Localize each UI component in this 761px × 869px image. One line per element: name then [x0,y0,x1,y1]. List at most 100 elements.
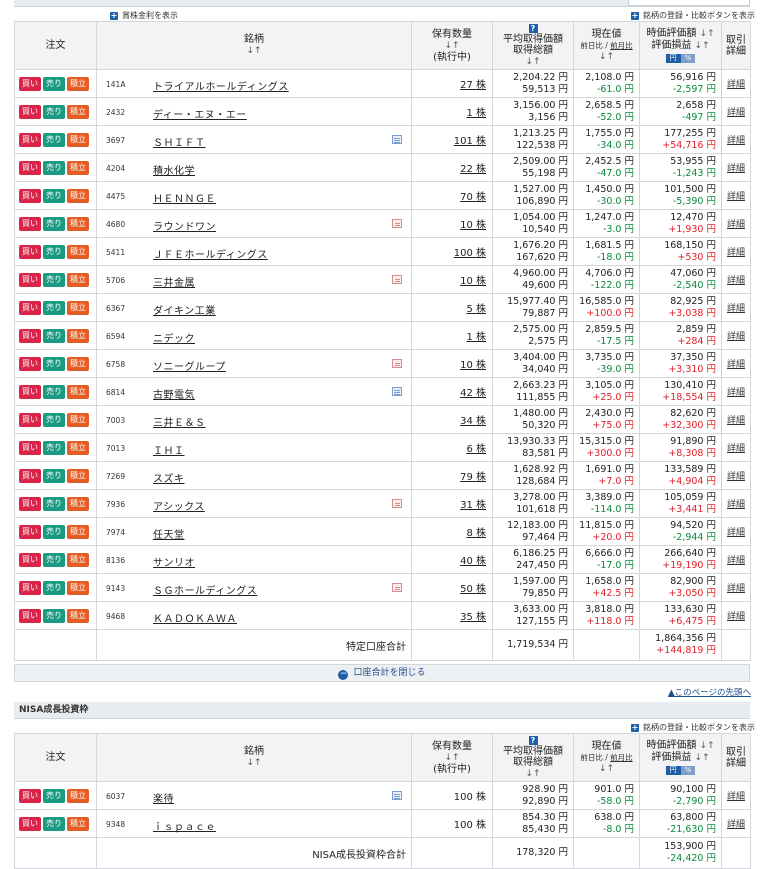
accumulate-button[interactable]: 積立 [67,244,89,259]
holdings-qty[interactable]: 70 株 [411,181,493,210]
detail-link[interactable]: 詳細 [721,405,751,434]
sell-button[interactable]: 売り [43,76,65,91]
col-current-price[interactable]: 現在値 前日比 / 前月比 ↓↑ [573,21,640,70]
pct-toggle[interactable]: % [680,766,696,775]
sort-icon[interactable]: ↓↑ [444,41,459,51]
sell-button[interactable]: 売り [43,244,65,259]
sell-button[interactable]: 売り [43,524,65,539]
col-brand[interactable]: 銘柄 ↓↑ [96,733,412,782]
sell-button[interactable]: 売り [43,160,65,175]
buy-button[interactable]: 買い [19,300,41,315]
detail-link[interactable]: 詳細 [721,573,751,602]
sell-button[interactable]: 売り [43,188,65,203]
sort-icon[interactable]: ↓↑ [246,46,261,56]
stock-name-link[interactable]: ＫＡＤＯＫＡＷＡ [153,610,237,625]
sell-button[interactable]: 売り [43,440,65,455]
accumulate-button[interactable]: 積立 [67,816,89,831]
buy-button[interactable]: 買い [19,524,41,539]
accumulate-button[interactable]: 積立 [67,132,89,147]
calendar-icon[interactable] [392,791,402,800]
col-brand[interactable]: 銘柄 ↓↑ [96,21,412,70]
sell-button[interactable]: 売り [43,384,65,399]
sort-icon[interactable]: ↓↑ [695,753,710,763]
accumulate-button[interactable]: 積立 [67,412,89,427]
holdings-qty[interactable]: 22 株 [411,153,493,182]
sort-icon[interactable]: ↓↑ [525,769,540,779]
accumulate-button[interactable]: 積立 [67,552,89,567]
buy-button[interactable]: 買い [19,412,41,427]
detail-link[interactable]: 詳細 [721,181,751,210]
accumulate-button[interactable]: 積立 [67,440,89,455]
news-icon[interactable] [392,583,402,592]
buy-button[interactable]: 買い [19,244,41,259]
stock-name-link[interactable]: ニデック [153,330,195,345]
detail-link[interactable]: 詳細 [721,125,751,154]
sort-icon[interactable]: ↓↑ [695,41,710,51]
yen-toggle[interactable]: 円 [665,54,681,63]
detail-link[interactable]: 詳細 [721,97,751,126]
detail-link[interactable]: 詳細 [721,265,751,294]
detail-link[interactable]: 詳細 [721,69,751,98]
buy-button[interactable]: 買い [19,188,41,203]
stock-name-link[interactable]: スズキ [153,470,185,485]
sort-icon[interactable]: ↓↑ [444,753,459,763]
stock-name-link[interactable]: ラウンドワン [153,218,216,233]
page-top-link[interactable]: ▲このページの先頭へ [668,686,751,698]
sell-button[interactable]: 売り [43,300,65,315]
detail-link[interactable]: 詳細 [721,377,751,406]
help-icon[interactable]: ? [528,24,538,33]
stock-name-link[interactable]: 古野電気 [153,386,195,401]
holdings-qty[interactable]: 27 株 [411,69,493,98]
sort-icon[interactable]: ↓↑ [599,764,614,774]
accumulate-button[interactable]: 積立 [67,496,89,511]
sell-button[interactable]: 売り [43,580,65,595]
stock-name-link[interactable]: 積水化学 [153,162,195,177]
stock-name-link[interactable]: 三井Ｅ＆Ｓ [153,414,206,429]
sort-icon[interactable]: ↓↑ [700,741,715,751]
accumulate-button[interactable]: 積立 [67,188,89,203]
holdings-qty[interactable]: 6 株 [411,433,493,462]
accumulate-button[interactable]: 積立 [67,608,89,623]
detail-link[interactable]: 詳細 [721,517,751,546]
col-avg-price[interactable]: ? 平均取得価額 取得総額 ↓↑ [492,21,574,70]
holdings-qty[interactable]: 10 株 [411,209,493,238]
news-icon[interactable] [392,275,402,284]
accumulate-button[interactable]: 積立 [67,356,89,371]
col-avg-price[interactable]: ? 平均取得価額 取得総額 ↓↑ [492,733,574,782]
detail-link[interactable]: 詳細 [721,461,751,490]
show-dividends-link[interactable]: + 賞株金利を表示 [110,10,178,21]
sell-button[interactable]: 売り [43,328,65,343]
buy-button[interactable]: 買い [19,552,41,567]
buy-button[interactable]: 買い [19,468,41,483]
sell-button[interactable]: 売り [43,272,65,287]
buy-button[interactable]: 買い [19,160,41,175]
accumulate-button[interactable]: 積立 [67,216,89,231]
close-account-total-bar[interactable]: − 口座合計を閉じる [14,664,750,682]
holdings-qty[interactable]: 34 株 [411,405,493,434]
buy-button[interactable]: 買い [19,440,41,455]
nisa-show-register-buttons-link[interactable]: + 銘柄の登録・比較ボタンを表示 [631,722,755,733]
pct-toggle[interactable]: % [680,54,696,63]
detail-link[interactable]: 詳細 [721,489,751,518]
show-register-buttons-link[interactable]: + 銘柄の登録・比較ボタンを表示 [631,10,755,21]
buy-button[interactable]: 買い [19,356,41,371]
stock-name-link[interactable]: アシックス [153,498,205,513]
accumulate-button[interactable]: 積立 [67,524,89,539]
col-valuation[interactable]: 時価評価額 ↓↑ 評価損益 ↓↑ 円% [639,21,722,70]
buy-button[interactable]: 買い [19,788,41,803]
detail-link[interactable]: 詳細 [721,349,751,378]
sell-button[interactable]: 売り [43,552,65,567]
holdings-qty[interactable]: 5 株 [411,293,493,322]
accumulate-button[interactable]: 積立 [67,468,89,483]
accumulate-button[interactable]: 積立 [67,384,89,399]
detail-link[interactable]: 詳細 [721,545,751,574]
accumulate-button[interactable]: 積立 [67,76,89,91]
detail-link[interactable]: 詳細 [721,153,751,182]
buy-button[interactable]: 買い [19,496,41,511]
stock-name-link[interactable]: ＨＥＮＮＧＥ [153,190,216,205]
holdings-qty[interactable]: 10 株 [411,349,493,378]
detail-link[interactable]: 詳細 [721,601,751,630]
holdings-qty[interactable]: 10 株 [411,265,493,294]
detail-link[interactable]: 詳細 [721,433,751,462]
holdings-qty[interactable]: 101 株 [411,125,493,154]
